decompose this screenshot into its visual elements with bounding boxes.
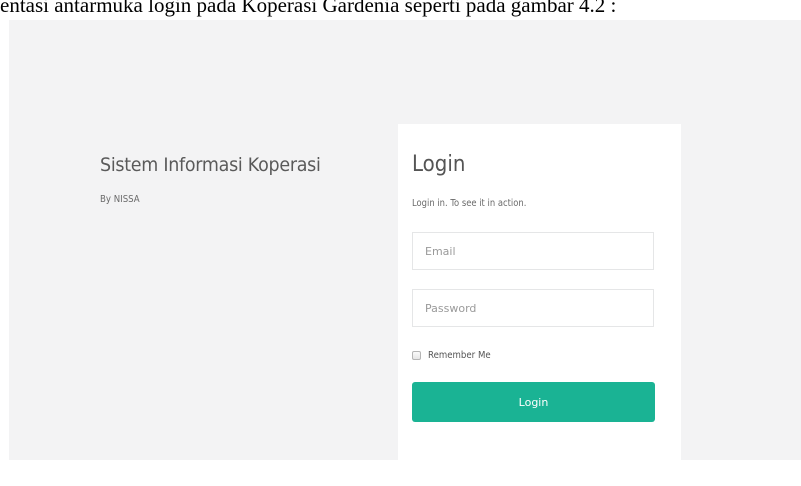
- app-byline: By NISSA: [100, 194, 140, 205]
- login-card: Login Login in. To see it in action. Rem…: [398, 124, 681, 464]
- document-caption: entasi antarmuka login pada Koperasi Gar…: [0, 0, 617, 17]
- email-field[interactable]: [412, 232, 654, 270]
- brand-block: Sistem Informasi Koperasi By NISSA: [100, 154, 340, 205]
- remember-label: Remember Me: [428, 350, 491, 361]
- app-title: Sistem Informasi Koperasi: [100, 154, 321, 176]
- remember-me[interactable]: Remember Me: [412, 350, 501, 361]
- login-heading: Login: [412, 152, 466, 177]
- login-button[interactable]: Login: [412, 382, 655, 422]
- login-subtitle: Login in. To see it in action.: [412, 198, 527, 209]
- login-page: Sistem Informasi Koperasi By NISSA Login…: [9, 20, 801, 464]
- password-field[interactable]: [412, 289, 654, 327]
- remember-checkbox[interactable]: [412, 351, 421, 360]
